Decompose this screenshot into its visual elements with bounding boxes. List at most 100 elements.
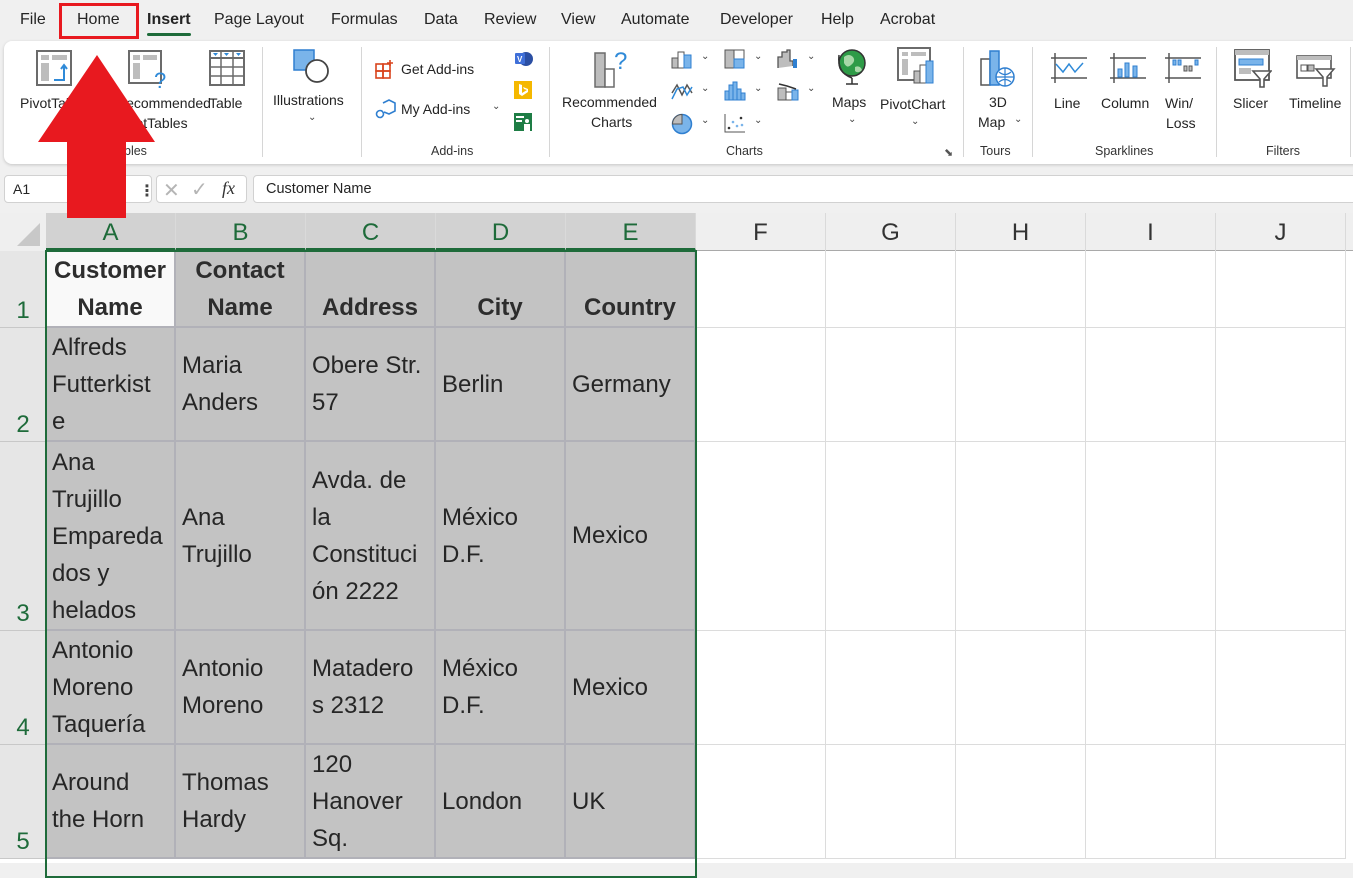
- 3d-map-button[interactable]: 3D Map ⌄: [970, 45, 1022, 137]
- combo-chart-button[interactable]: ⌄: [777, 81, 819, 103]
- my-addins-button[interactable]: My Add-ins ⌄: [374, 97, 509, 121]
- cell-a5[interactable]: Around the Horn: [46, 745, 176, 859]
- cell-b5[interactable]: Thomas Hardy: [176, 745, 306, 859]
- column-header-c[interactable]: C: [306, 213, 436, 251]
- cell-g5[interactable]: [826, 745, 956, 859]
- timeline-button[interactable]: Timeline: [1286, 45, 1348, 135]
- cell-e4[interactable]: Mexico: [566, 631, 696, 745]
- cell-i3[interactable]: [1086, 442, 1216, 631]
- tab-automate[interactable]: Automate: [621, 11, 689, 29]
- formula-input[interactable]: Customer Name: [253, 175, 1353, 203]
- cell-i4[interactable]: [1086, 631, 1216, 745]
- cell-b4[interactable]: Antonio Moreno: [176, 631, 306, 745]
- cell-i1[interactable]: [1086, 251, 1216, 328]
- cell-h1[interactable]: [956, 251, 1086, 328]
- cell-d5[interactable]: London: [436, 745, 566, 859]
- line-chart-button[interactable]: ⌄: [671, 81, 713, 103]
- cell-b2[interactable]: Maria Anders: [176, 328, 306, 442]
- cell-b1[interactable]: Contact Name: [176, 251, 306, 328]
- insert-function-icon[interactable]: fx: [222, 178, 235, 199]
- row-header-4[interactable]: 4: [0, 631, 46, 745]
- cell-j4[interactable]: [1216, 631, 1346, 745]
- cell-d2[interactable]: Berlin: [436, 328, 566, 442]
- cell-d1[interactable]: City: [436, 251, 566, 328]
- cell-i2[interactable]: [1086, 328, 1216, 442]
- charts-dialog-launcher-icon[interactable]: ⬊: [944, 146, 953, 159]
- tab-acrobat[interactable]: Acrobat: [880, 11, 935, 29]
- cell-c1[interactable]: Address: [306, 251, 436, 328]
- cell-j1[interactable]: [1216, 251, 1346, 328]
- scatter-chart-button[interactable]: ⌄: [724, 113, 766, 135]
- row-header-5[interactable]: 5: [0, 745, 46, 859]
- cell-f4[interactable]: [696, 631, 826, 745]
- tab-data[interactable]: Data: [424, 11, 458, 29]
- column-header-e[interactable]: E: [566, 213, 696, 251]
- visio-addin-button[interactable]: V: [514, 49, 534, 69]
- tab-help[interactable]: Help: [821, 11, 854, 29]
- cell-a3[interactable]: Ana Trujillo Empareda dos y helados: [46, 442, 176, 631]
- cell-b3[interactable]: Ana Trujillo: [176, 442, 306, 631]
- cell-g1[interactable]: [826, 251, 956, 328]
- enter-icon[interactable]: ✓: [191, 177, 208, 202]
- cell-j3[interactable]: [1216, 442, 1346, 631]
- cell-c5[interactable]: 120 Hanover Sq.: [306, 745, 436, 859]
- sparkline-line-button[interactable]: Line: [1044, 45, 1094, 135]
- tab-view[interactable]: View: [561, 11, 595, 29]
- column-chart-button[interactable]: ⌄: [671, 49, 713, 71]
- sparkline-column-button[interactable]: Column: [1098, 45, 1158, 135]
- recommended-charts-button[interactable]: ? Recommended Charts: [559, 45, 665, 137]
- maps-button[interactable]: Maps ⌄: [832, 45, 872, 135]
- table-button[interactable]: Table: [204, 45, 250, 135]
- pivotchart-button[interactable]: PivotChart ⌄: [877, 45, 953, 135]
- row-header-2[interactable]: 2: [0, 328, 46, 442]
- cell-f2[interactable]: [696, 328, 826, 442]
- cell-d4[interactable]: México D.F.: [436, 631, 566, 745]
- cell-f5[interactable]: [696, 745, 826, 859]
- illustrations-button[interactable]: Illustrations ⌄: [270, 45, 356, 140]
- waterfall-chart-button[interactable]: ⌄: [777, 49, 819, 71]
- cell-h3[interactable]: [956, 442, 1086, 631]
- cell-d3[interactable]: México D.F.: [436, 442, 566, 631]
- cancel-icon[interactable]: ✕: [163, 178, 180, 203]
- hierarchy-chart-button[interactable]: ⌄: [724, 49, 766, 71]
- cell-g2[interactable]: [826, 328, 956, 442]
- cell-a2[interactable]: Alfreds Futterkist e: [46, 328, 176, 442]
- column-header-i[interactable]: I: [1086, 213, 1216, 251]
- cell-c3[interactable]: Avda. de la Constituci ón 2222: [306, 442, 436, 631]
- column-header-f[interactable]: F: [696, 213, 826, 251]
- tab-review[interactable]: Review: [484, 11, 536, 29]
- tab-page-layout[interactable]: Page Layout: [214, 11, 304, 29]
- cell-e5[interactable]: UK: [566, 745, 696, 859]
- tab-file[interactable]: File: [20, 11, 46, 29]
- get-addins-button[interactable]: Get Add-ins: [374, 57, 494, 81]
- bing-maps-addin-button[interactable]: [514, 81, 534, 101]
- column-header-b[interactable]: B: [176, 213, 306, 251]
- people-graph-addin-button[interactable]: [514, 113, 534, 133]
- cell-e3[interactable]: Mexico: [566, 442, 696, 631]
- cell-h2[interactable]: [956, 328, 1086, 442]
- cell-j2[interactable]: [1216, 328, 1346, 442]
- cell-h5[interactable]: [956, 745, 1086, 859]
- cell-a4[interactable]: Antonio Moreno Taquería: [46, 631, 176, 745]
- cell-f1[interactable]: [696, 251, 826, 328]
- pie-chart-button[interactable]: ⌄: [671, 113, 713, 135]
- cell-c4[interactable]: Matadero s 2312: [306, 631, 436, 745]
- tab-developer[interactable]: Developer: [720, 11, 793, 29]
- slicer-button[interactable]: Slicer: [1228, 45, 1278, 135]
- cell-f3[interactable]: [696, 442, 826, 631]
- column-header-h[interactable]: H: [956, 213, 1086, 251]
- cell-e1[interactable]: Country: [566, 251, 696, 328]
- sparkline-winloss-button[interactable]: Win/ Loss: [1160, 45, 1206, 135]
- cell-h4[interactable]: [956, 631, 1086, 745]
- cell-g4[interactable]: [826, 631, 956, 745]
- tab-insert[interactable]: Insert: [147, 11, 191, 36]
- cell-j5[interactable]: [1216, 745, 1346, 859]
- row-header-1[interactable]: 1: [0, 251, 46, 328]
- column-header-d[interactable]: D: [436, 213, 566, 251]
- cell-i5[interactable]: [1086, 745, 1216, 859]
- row-header-3[interactable]: 3: [0, 442, 46, 631]
- cell-e2[interactable]: Germany: [566, 328, 696, 442]
- tab-formulas[interactable]: Formulas: [331, 11, 398, 29]
- statistic-chart-button[interactable]: ⌄: [724, 81, 766, 103]
- column-header-j[interactable]: J: [1216, 213, 1346, 251]
